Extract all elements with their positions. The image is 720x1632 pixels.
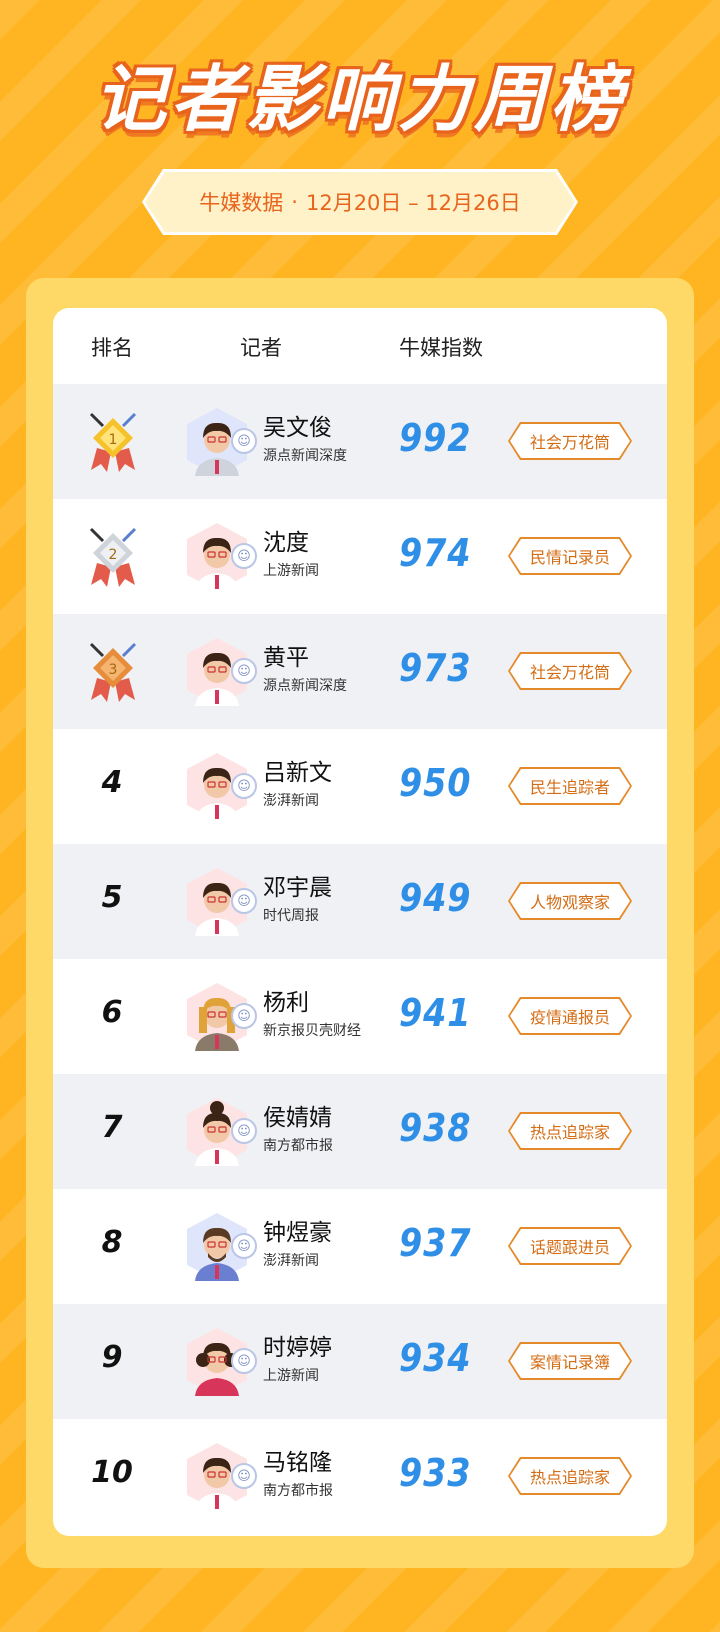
media-index-score: 949 [399,876,472,920]
rank-number: 8 [101,1225,123,1260]
reporter-outlet: 澎湃新闻 [263,1253,319,1269]
table-row: 4 ☺ 吕新文澎湃新闻 950 民生追踪者 [53,729,667,844]
table-row: 7 ☺ 侯婧婧南方都市报 938 热点追踪家 [53,1074,667,1189]
bronze-medal-icon: 3 [83,638,143,706]
tag-label: 疫情通报员 [529,1008,610,1027]
gold-medal-icon: 1 [83,408,143,476]
chat-bubble-icon: ☺ [231,1003,257,1029]
table-row: 6 ☺ 杨利新京报贝壳财经 941 疫情通报员 [53,959,667,1074]
reporter-tag: 人物观察家 [508,882,632,920]
reporter-outlet: 澎湃新闻 [263,793,319,809]
media-index-score: 992 [399,416,472,460]
table-row: 8 ☺ 钟煜豪澎湃新闻 937 话题跟进员 [53,1189,667,1304]
media-index-score: 973 [399,646,472,690]
tag-label: 人物观察家 [529,893,610,912]
table-row: 9 ☺ 时婷婷上游新闻 934 案情记录簿 [53,1304,667,1419]
reporter-name: 时婷婷 [263,1335,332,1361]
reporter-tag: 热点追踪家 [508,1112,632,1150]
reporter-tag: 社会万花筒 [508,422,632,460]
header-reporter: 记者 [240,336,282,360]
reporter-name: 黄平 [263,645,309,671]
table-row: 1 ☺ 吴文俊源点新闻深度 992 社会万花筒 [53,384,667,499]
separator-dot: · [291,190,298,214]
svg-text:3: 3 [109,662,118,678]
svg-text:1: 1 [109,432,118,448]
tag-label: 社会万花筒 [529,663,610,682]
rank-number: 5 [101,880,123,915]
table-row: 3 ☺ 黄平源点新闻深度 973 社会万花筒 [53,614,667,729]
silver-medal-icon: 2 [83,523,143,591]
chat-bubble-icon: ☺ [231,543,257,569]
header-rank: 排名 [91,336,133,360]
reporter-name: 吕新文 [263,760,332,786]
chat-bubble-icon: ☺ [231,428,257,454]
tag-label: 民情记录员 [529,548,610,567]
rank-number: 6 [101,995,123,1030]
chat-bubble-icon: ☺ [231,773,257,799]
reporter-tag: 话题跟进员 [508,1227,632,1265]
data-source-label: 牛媒数据 [199,191,284,215]
reporter-outlet: 时代周报 [263,908,319,924]
tag-label: 民生追踪者 [529,778,610,797]
rank-number: 9 [101,1340,123,1375]
page-title: 记者影响力周榜 [93,57,626,141]
reporter-name: 杨利 [263,990,309,1016]
tag-label: 热点追踪家 [529,1468,610,1487]
media-index-score: 933 [399,1451,472,1495]
reporter-outlet: 上游新闻 [263,563,319,579]
rank-number: 4 [101,765,123,800]
chat-bubble-icon: ☺ [231,1118,257,1144]
reporter-tag: 热点追踪家 [508,1457,632,1495]
tag-label: 热点追踪家 [529,1123,610,1142]
reporter-outlet: 南方都市报 [263,1138,333,1154]
reporter-tag: 民情记录员 [508,537,632,575]
ranking-table: 排名 记者 牛媒指数 1 ☺ 吴文俊 源点新闻深度 992 社会万花筒 2 ☺ 沈度 上游新闻 97… [53,308,667,1536]
media-index-score: 950 [399,761,472,805]
table-row: 10 ☺ 马铭隆南方都市报 933 热点追踪家 [53,1419,667,1534]
media-index-score: 938 [399,1106,472,1150]
chat-bubble-icon: ☺ [231,1463,257,1489]
reporter-outlet: 源点新闻深度 [263,678,347,694]
rank-number: 10 [91,1455,133,1490]
chat-bubble-icon: ☺ [231,1233,257,1259]
reporter-name: 钟煜豪 [263,1220,332,1246]
reporter-name: 吴文俊 [263,415,332,441]
rank-number: 7 [101,1110,123,1145]
chat-bubble-icon: ☺ [231,888,257,914]
table-header: 排名 记者 牛媒指数 [53,308,667,384]
chat-bubble-icon: ☺ [231,1348,257,1374]
reporter-outlet: 源点新闻深度 [263,448,347,464]
media-index-score: 941 [399,991,472,1035]
media-index-score: 934 [399,1336,472,1380]
media-index-score: 974 [399,531,472,575]
date-range-label: 12月20日 – 12月26日 [305,191,521,215]
reporter-outlet: 上游新闻 [263,1368,319,1384]
table-row: 5 ☺ 邓宇晨时代周报 949 人物观察家 [53,844,667,959]
banner-text: 牛媒数据 · 12月20日 – 12月26日 [145,172,575,232]
tag-label: 社会万花筒 [529,433,610,452]
date-range-banner: 牛媒数据 · 12月20日 – 12月26日 [145,172,575,232]
table-body: 1 ☺ 吴文俊 源点新闻深度 992 社会万花筒 2 ☺ 沈度 上游新闻 974 民情记录员 3 ☺ 黄平源… [53,384,667,1534]
reporter-name: 邓宇晨 [263,875,332,901]
reporter-name: 侯婧婧 [263,1105,332,1131]
svg-text:2: 2 [109,547,118,563]
chat-bubble-icon: ☺ [231,658,257,684]
reporter-name: 沈度 [263,530,309,556]
media-index-score: 937 [399,1221,472,1265]
reporter-outlet: 新京报贝壳财经 [263,1023,361,1039]
reporter-tag: 民生追踪者 [508,767,632,805]
tag-label: 案情记录簿 [529,1353,610,1372]
header-index: 牛媒指数 [399,336,483,360]
reporter-tag: 案情记录簿 [508,1342,632,1380]
reporter-outlet: 南方都市报 [263,1483,333,1499]
table-row: 2 ☺ 沈度上游新闻 974 民情记录员 [53,499,667,614]
reporter-name: 马铭隆 [263,1450,332,1476]
reporter-tag: 疫情通报员 [508,997,632,1035]
reporter-tag: 社会万花筒 [508,652,632,690]
tag-label: 话题跟进员 [529,1238,610,1257]
